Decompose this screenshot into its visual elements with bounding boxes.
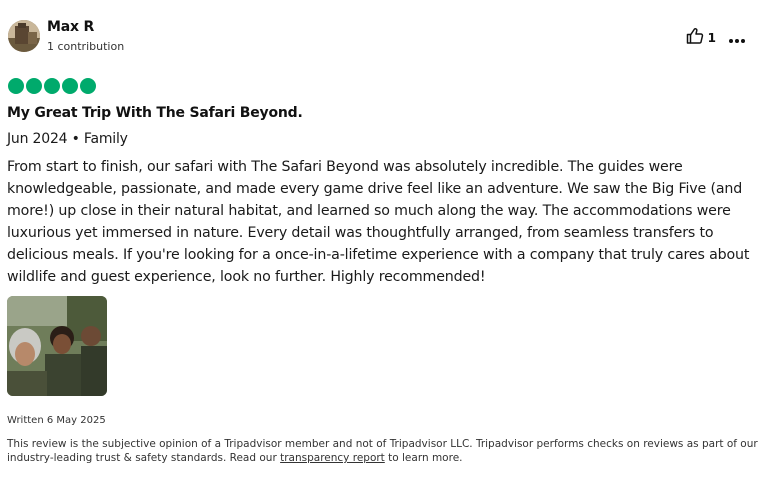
rating-bubble [8, 78, 24, 94]
transparency-report-link[interactable]: transparency report [280, 452, 385, 464]
written-date: Written 6 May 2025 [7, 415, 106, 426]
review-actions: 1 [686, 28, 746, 48]
user-info: Max R 1 contribution [47, 19, 124, 53]
avatar[interactable] [8, 20, 40, 52]
disclaimer-text-end: to learn more. [384, 452, 463, 464]
more-horizontal-icon [728, 29, 746, 48]
review-body: From start to finish, our safari with Th… [7, 159, 750, 285]
more-options-button[interactable] [728, 29, 746, 48]
author-name[interactable]: Max R [47, 19, 124, 35]
helpful-vote-button[interactable]: 1 [686, 27, 716, 49]
rating-bubble [44, 78, 60, 94]
helpful-count: 1 [707, 31, 716, 45]
rating-bubbles [8, 78, 98, 94]
contribution-count: 1 contribution [47, 40, 125, 53]
review-photo[interactable] [7, 296, 107, 396]
review-header: Max R 1 contribution 1 [8, 18, 768, 58]
rating-bubble [26, 78, 42, 94]
rating-bubble [80, 78, 96, 94]
review-disclaimer: This review is the subjective opinion of… [7, 437, 767, 465]
thumbs-up-icon [686, 27, 704, 49]
rating-bubble [62, 78, 78, 94]
trip-date-type: Jun 2024 • Family [7, 131, 128, 147]
review-title[interactable]: My Great Trip With The Safari Beyond. [7, 105, 303, 121]
